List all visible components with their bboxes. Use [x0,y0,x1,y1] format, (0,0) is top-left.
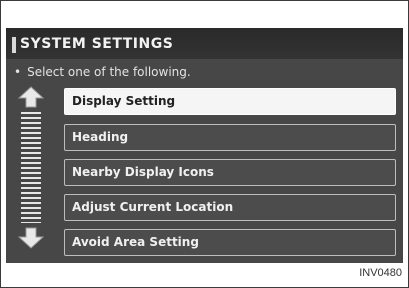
scroll-bar[interactable] [21,112,41,223]
menu-item-nearby-display-icons[interactable]: Nearby Display Icons [64,159,396,186]
instruction-text: Select one of the following. [27,65,191,79]
navigation-screen: SYSTEM SETTINGS • Select one of the follo… [6,28,403,263]
menu-item-heading[interactable]: Heading [64,124,396,151]
instruction-line: • Select one of the following. [14,65,191,79]
figure-frame: SYSTEM SETTINGS • Select one of the follo… [0,0,409,288]
menu-item-display-setting[interactable]: Display Setting [64,88,396,115]
menu-item-adjust-current-location[interactable]: Adjust Current Location [64,194,396,221]
instruction-bullet: • [14,65,22,79]
scroll-up-arrow-glyph [17,86,45,108]
menu-item-avoid-area-setting[interactable]: Avoid Area Setting [64,229,396,256]
title-bar: SYSTEM SETTINGS [6,28,403,59]
scroll-down-arrow-icon[interactable] [17,227,45,249]
scroll-up-arrow-icon[interactable] [17,86,45,108]
title-accent-bar [12,37,16,53]
screen-title: SYSTEM SETTINGS [20,36,174,52]
figure-caption: INV0480 [359,267,402,279]
scroll-down-arrow-glyph [17,227,45,249]
